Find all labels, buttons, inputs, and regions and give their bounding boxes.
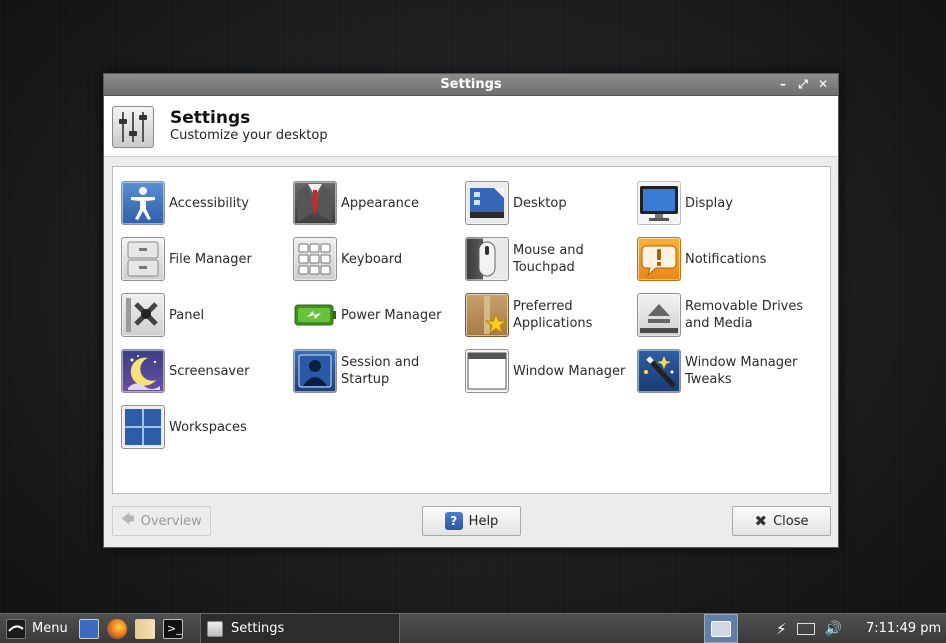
settings-item-label: Workspaces <box>169 419 247 435</box>
keyboard-icon <box>293 237 337 281</box>
accessibility-icon <box>121 181 165 225</box>
package-star-icon <box>465 293 509 337</box>
menu-label: Menu <box>32 621 68 636</box>
window-icon <box>465 349 509 393</box>
settings-item-session[interactable]: Session and Startup <box>293 343 465 399</box>
settings-item-label: Preferred Applications <box>513 299 593 331</box>
settings-item-panel[interactable]: Panel <box>121 287 293 343</box>
settings-item-appearance[interactable]: Appearance <box>293 175 465 231</box>
settings-item-label: Desktop <box>513 195 567 211</box>
quick-launch: >_ <box>79 614 183 643</box>
file-manager-launcher-icon[interactable] <box>135 618 155 639</box>
menu-button[interactable]: Menu <box>6 614 68 643</box>
appearance-icon <box>293 181 337 225</box>
page-title: Settings <box>170 108 251 128</box>
battery-tray-icon[interactable] <box>796 622 815 635</box>
settings-item-label: Appearance <box>341 195 420 211</box>
settings-item-removable-drives[interactable]: Removable Drives and Media <box>637 287 809 343</box>
settings-panel: Accessibility Appearance Desktop Display <box>112 166 831 494</box>
settings-item-desktop[interactable]: Desktop <box>465 175 637 231</box>
settings-item-window-manager[interactable]: Window Manager <box>465 343 637 399</box>
firefox-icon[interactable] <box>107 618 127 639</box>
title-bar[interactable]: Settings – ⤢ ✕ <box>104 74 838 96</box>
settings-item-label: Session and Startup <box>341 355 420 387</box>
settings-item-label: Display <box>685 195 733 211</box>
help-button[interactable]: ? Help <box>422 506 521 536</box>
close-icon: ✖ <box>754 512 768 530</box>
settings-item-label: Mouse and Touchpad <box>513 243 584 275</box>
screensaver-moon-icon <box>121 349 165 393</box>
settings-item-wm-tweaks[interactable]: Window Manager Tweaks <box>637 343 809 399</box>
overview-button[interactable]: 🡄 Overview <box>112 506 211 536</box>
settings-item-label: Screensaver <box>169 363 250 379</box>
terminal-icon[interactable]: >_ <box>163 618 183 639</box>
mouse-icon <box>465 237 509 281</box>
settings-item-notifications[interactable]: Notifications <box>637 231 809 287</box>
close-window-icon[interactable]: ✕ <box>816 74 830 95</box>
settings-item-label: Removable Drives and Media <box>685 299 804 331</box>
settings-item-label: Keyboard <box>341 251 403 267</box>
maximize-icon[interactable]: ⤢ <box>796 74 810 95</box>
magic-wand-icon <box>637 349 681 393</box>
volume-icon[interactable]: 🔊 <box>825 621 842 637</box>
system-tray: ⚡ 🔊 <box>776 614 842 643</box>
header: Settings Customize your desktop <box>104 96 838 157</box>
settings-item-display[interactable]: Display <box>637 175 809 231</box>
workspaces-icon <box>121 405 165 449</box>
eject-icon <box>637 293 681 337</box>
notifications-icon <box>637 237 681 281</box>
task-label: Settings <box>231 621 285 636</box>
settings-window: Settings – ⤢ ✕ Settings Customize your d… <box>103 73 839 548</box>
settings-item-label: Power Manager <box>341 307 442 323</box>
settings-item-mouse[interactable]: Mouse and Touchpad <box>465 231 637 287</box>
settings-sliders-icon <box>112 106 154 148</box>
window-title: Settings <box>440 77 502 92</box>
page-subtitle: Customize your desktop <box>170 128 328 143</box>
settings-item-accessibility[interactable]: Accessibility <box>121 175 293 231</box>
help-icon: ? <box>444 512 463 530</box>
panel-icon <box>121 293 165 337</box>
desktop-icon <box>465 181 509 225</box>
workspace-switcher[interactable] <box>704 614 738 643</box>
help-label: Help <box>468 513 499 529</box>
taskbar-item-settings[interactable]: Settings <box>200 614 400 643</box>
back-arrow-icon: 🡄 <box>121 512 135 527</box>
window-controls: – ⤢ ✕ <box>776 74 830 95</box>
file-manager-icon <box>121 237 165 281</box>
network-icon[interactable]: ⚡ <box>776 620 787 638</box>
menu-logo-icon <box>6 618 26 639</box>
settings-item-workspaces[interactable]: Workspaces <box>121 399 293 455</box>
settings-item-label: Notifications <box>685 251 767 267</box>
settings-item-keyboard[interactable]: Keyboard <box>293 231 465 287</box>
settings-item-label: Window Manager Tweaks <box>685 355 798 387</box>
settings-item-label: Panel <box>169 307 205 323</box>
close-button[interactable]: ✖ Close <box>732 506 831 536</box>
close-label: Close <box>773 513 809 529</box>
settings-item-preferred-applications[interactable]: Preferred Applications <box>465 287 637 343</box>
battery-icon <box>293 293 337 337</box>
workspace-thumbnail-icon <box>711 620 731 637</box>
overview-label: Overview <box>140 513 202 529</box>
settings-grid: Accessibility Appearance Desktop Display <box>121 175 809 455</box>
minimize-icon[interactable]: – <box>776 74 790 95</box>
show-desktop-icon[interactable] <box>79 618 99 639</box>
display-icon <box>637 181 681 225</box>
clock[interactable]: 7:11:49 pm <box>866 614 941 643</box>
settings-item-power-manager[interactable]: Power Manager <box>293 287 465 343</box>
taskbar: Menu >_ Settings ⚡ 🔊 7:11:49 pm <box>0 613 946 643</box>
settings-item-screensaver[interactable]: Screensaver <box>121 343 293 399</box>
settings-item-label: Accessibility <box>169 195 249 211</box>
settings-item-label: File Manager <box>169 251 252 267</box>
settings-item-file-manager[interactable]: File Manager <box>121 231 293 287</box>
settings-item-label: Window Manager <box>513 363 626 379</box>
settings-task-icon <box>207 620 223 637</box>
user-silhouette-icon <box>293 349 337 393</box>
clock-label: 7:11:49 pm <box>866 621 942 636</box>
